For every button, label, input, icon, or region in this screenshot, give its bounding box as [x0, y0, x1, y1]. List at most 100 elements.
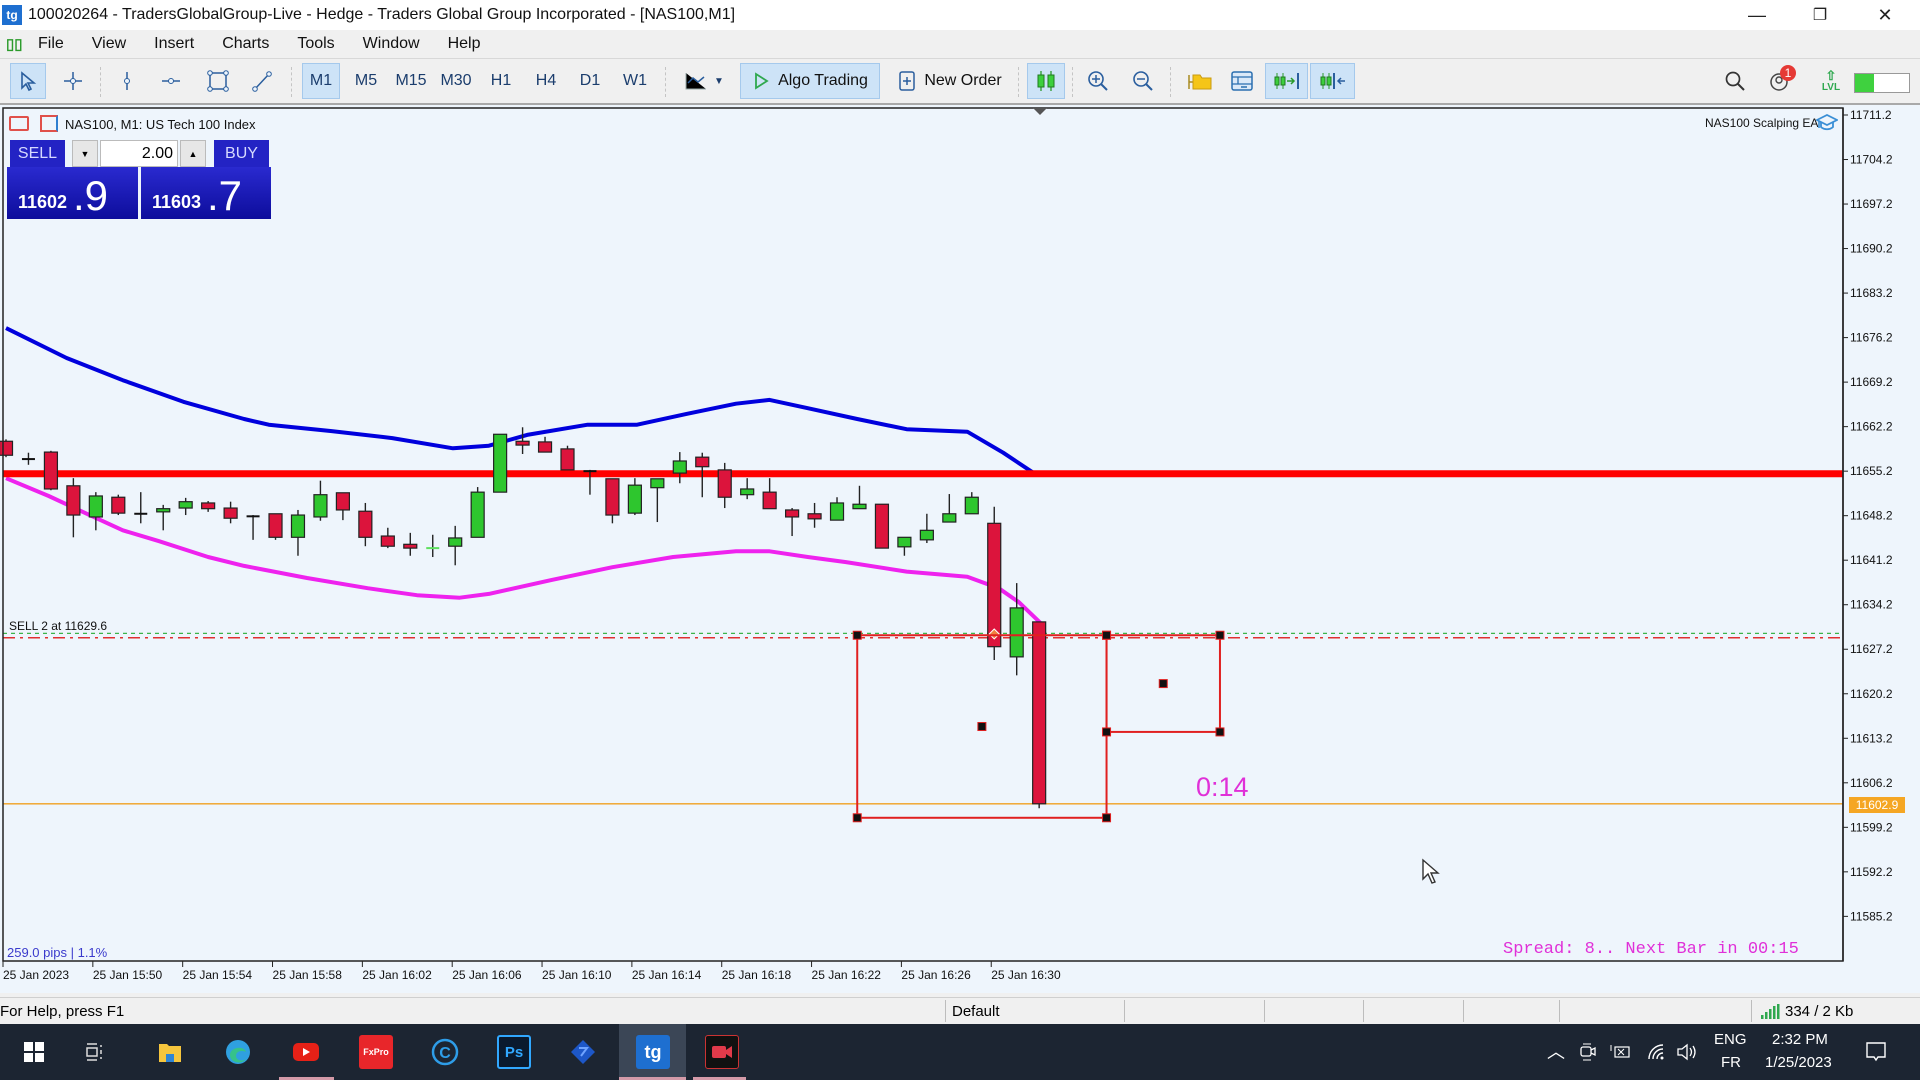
candlestick-chart-button[interactable]: [1027, 63, 1065, 99]
level-button[interactable]: ⇧ LVL: [1816, 63, 1846, 99]
rectangle-handle[interactable]: [1102, 630, 1112, 640]
algo-trading-button[interactable]: Algo Trading: [740, 63, 880, 99]
rectangle-handle[interactable]: [1102, 813, 1112, 823]
menu-help[interactable]: Help: [434, 35, 495, 53]
time-tick-label: 25 Jan 15:50: [93, 968, 163, 982]
fxpro-button[interactable]: FxPro: [359, 1035, 393, 1069]
cursor-tool-button[interactable]: [10, 63, 46, 99]
rectangle-center-handle[interactable]: [977, 722, 987, 732]
edge-browser-button[interactable]: [221, 1035, 255, 1069]
expert-advisor-name: NAS100 Scalping EA: [1705, 116, 1819, 130]
crosshair-tool-button[interactable]: [56, 63, 90, 99]
timeframe-h4[interactable]: H4: [529, 63, 563, 99]
menu-charts[interactable]: Charts: [208, 35, 283, 53]
sell-button[interactable]: SELL: [10, 140, 65, 167]
timeframe-h1[interactable]: H1: [484, 63, 518, 99]
menu-insert[interactable]: Insert: [140, 35, 208, 53]
timeframe-m15[interactable]: M15: [390, 63, 432, 99]
close-button[interactable]: ✕: [1862, 0, 1908, 30]
volume-icon[interactable]: [1675, 1041, 1699, 1063]
horizontal-line-tool-button[interactable]: [154, 63, 188, 99]
volume-decrease-button[interactable]: ▼: [72, 140, 98, 167]
graduation-cap-icon[interactable]: [1816, 113, 1838, 133]
rectangle-handle[interactable]: [1102, 727, 1112, 737]
search-button[interactable]: [1718, 63, 1752, 99]
candle-body: [1009, 607, 1024, 658]
wifi-icon[interactable]: [1646, 1042, 1668, 1062]
input-language-bottom[interactable]: FR: [1721, 1054, 1741, 1071]
rectangle-handle[interactable]: [1215, 630, 1225, 640]
search-icon: [1725, 71, 1745, 91]
diamond-app-button[interactable]: [566, 1035, 600, 1069]
timeframe-m30[interactable]: M30: [435, 63, 477, 99]
trendline-tool-button[interactable]: [245, 63, 279, 99]
candle: [156, 504, 171, 531]
timeframe-w1[interactable]: W1: [617, 63, 653, 99]
show-hidden-icons-chevron-icon[interactable]: ︿: [1547, 1038, 1565, 1064]
candle-body: [650, 478, 665, 489]
traders-global-button[interactable]: tg: [636, 1035, 670, 1069]
sell-price-box[interactable]: 11602 .9: [7, 167, 138, 219]
timeframe-m5[interactable]: M5: [348, 63, 384, 99]
notifications-button[interactable]: 1: [1762, 63, 1800, 99]
screen-recorder-button[interactable]: [705, 1035, 739, 1069]
rectangle-tool-button[interactable]: [200, 63, 236, 99]
clock-time[interactable]: 2:32 PM: [1772, 1031, 1828, 1048]
volume-increase-button[interactable]: ▲: [180, 140, 206, 167]
buy-price-box[interactable]: 11603 .7: [141, 167, 271, 219]
candle-body: [942, 513, 957, 523]
youtube-button[interactable]: [289, 1035, 323, 1069]
chart-window[interactable]: 11711.2 11704.2 11697.2 11690.2 11683.2 11676…: [0, 105, 1920, 993]
new-order-button[interactable]: New Order: [888, 63, 1012, 99]
toolbar-separator: [1072, 67, 1073, 97]
list-view-icon[interactable]: [9, 116, 29, 131]
menu-file[interactable]: File: [24, 35, 78, 53]
trendline-icon: [252, 71, 272, 92]
notification-center-icon[interactable]: [1864, 1040, 1888, 1064]
candle-body: [43, 451, 59, 490]
price-axis-background: [1844, 105, 1920, 993]
chart-shift-marker-icon[interactable]: [1033, 108, 1047, 115]
rectangle-center-handle[interactable]: [1158, 679, 1168, 689]
rectangle-handle[interactable]: [1215, 727, 1225, 737]
volume-input[interactable]: 2.00: [100, 140, 178, 167]
vertical-line-tool-button[interactable]: [110, 63, 144, 99]
timeframe-d1[interactable]: D1: [573, 63, 607, 99]
file-explorer-button[interactable]: [153, 1035, 187, 1069]
rectangle-handle[interactable]: [852, 630, 862, 640]
minimize-button[interactable]: —: [1734, 0, 1780, 30]
price-tick-label: 11711.2: [1850, 108, 1892, 122]
templates-button[interactable]: [1182, 63, 1218, 99]
c-app-button[interactable]: C: [428, 1035, 462, 1069]
restore-button[interactable]: ❐: [1797, 0, 1843, 30]
zoom-out-button[interactable]: [1125, 63, 1161, 99]
task-view-button[interactable]: [78, 1035, 112, 1069]
profiles-button[interactable]: [1224, 63, 1260, 99]
diamond-app-icon: [571, 1040, 595, 1064]
input-language-top[interactable]: ENG: [1714, 1031, 1747, 1048]
menu-view[interactable]: View: [78, 35, 140, 53]
auto-scroll-button[interactable]: [1310, 63, 1355, 99]
indicator-dropdown-button[interactable]: ▼: [676, 63, 732, 99]
candle-body: [448, 537, 463, 547]
price-tick-label: 11620.2: [1850, 687, 1893, 701]
meet-now-icon[interactable]: [1578, 1041, 1598, 1063]
candle-body: [537, 441, 553, 453]
chart-shift-button[interactable]: [1265, 63, 1308, 99]
candle: [426, 534, 440, 558]
candle-body: [178, 501, 193, 509]
lower-band-line: [5, 476, 1043, 626]
clock-date[interactable]: 1/25/2023: [1765, 1054, 1832, 1071]
price-chart[interactable]: 11711.2 11704.2 11697.2 11690.2 11683.2 11676…: [0, 105, 1920, 993]
menu-tools[interactable]: Tools: [283, 35, 348, 53]
menu-window[interactable]: Window: [349, 35, 434, 53]
start-button[interactable]: [17, 1035, 51, 1069]
chart-properties-icon[interactable]: [40, 115, 58, 132]
timeframe-m1[interactable]: M1: [302, 63, 340, 99]
battery-icon[interactable]: [1609, 1041, 1633, 1063]
buy-button[interactable]: BUY: [214, 140, 269, 167]
photoshop-button[interactable]: Ps: [497, 1035, 531, 1069]
candle-body: [560, 448, 575, 471]
rectangle-handle[interactable]: [852, 813, 862, 823]
zoom-in-button[interactable]: [1080, 63, 1116, 99]
